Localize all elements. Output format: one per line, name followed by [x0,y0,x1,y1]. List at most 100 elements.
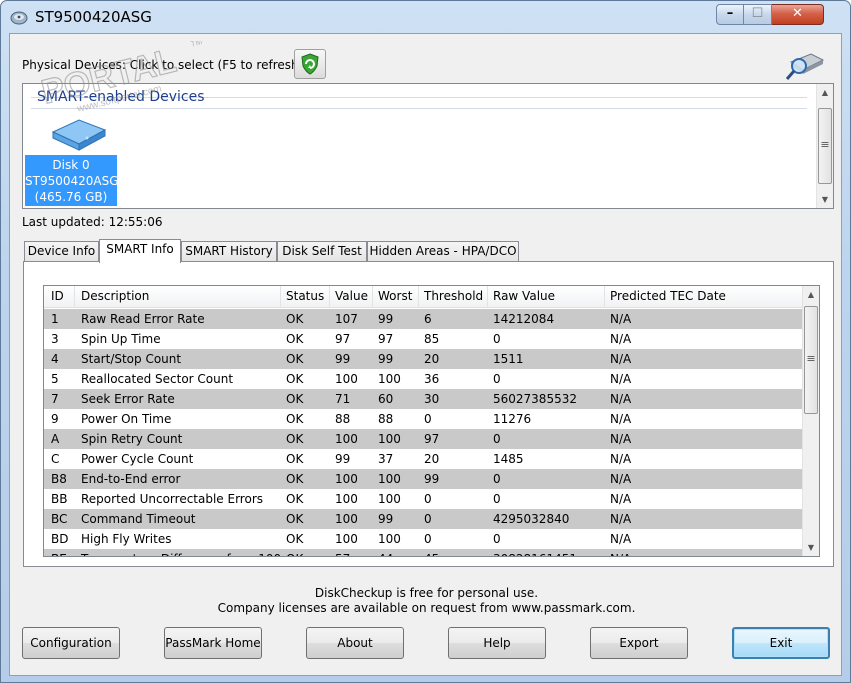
cell-description: Seek Error Rate [81,392,175,406]
tab-smart-history[interactable]: SMART History [181,241,277,262]
close-button[interactable]: ✕ [772,4,824,25]
scroll-down-icon[interactable]: ▼ [803,539,819,556]
col-status[interactable]: Status [286,289,324,303]
configuration-button[interactable]: Configuration [22,627,120,659]
cell-value: 100 [335,512,358,526]
cell-value: 100 [335,432,358,446]
table-row[interactable]: 9 Power On Time OK 88 88 0 11276 N/A [44,409,804,429]
minimize-button[interactable]: – [716,4,744,25]
cell-worst: 100 [378,372,401,386]
cell-raw-value: 14212084 [493,312,555,326]
cell-worst: 97 [378,332,394,346]
tab-smart-info[interactable]: SMART Info [99,239,181,263]
tab-device-info[interactable]: Device Info [24,241,99,262]
col-value[interactable]: Value [335,289,368,303]
help-button[interactable]: Help [448,627,546,659]
cell-id: A [51,432,60,446]
app-disk-icon [10,11,28,25]
passmark-home-button[interactable]: PassMark Home [164,627,262,659]
cell-raw-value: 1485 [493,452,524,466]
cell-predicted-tec: N/A [610,312,632,326]
cell-threshold: 0 [424,512,432,526]
cell-worst: 44 [378,552,393,556]
hard-disk-icon[interactable] [49,114,109,154]
cell-status: OK [286,392,304,406]
cell-predicted-tec: N/A [610,452,632,466]
refresh-button[interactable] [294,49,326,79]
maximize-icon: ☐ [751,6,764,21]
table-scrollbar[interactable]: ▲ ▼ [802,286,819,556]
cell-threshold: 20 [424,452,440,466]
cell-raw-value: 0 [493,472,501,486]
scroll-thumb[interactable] [818,108,832,184]
exit-button[interactable]: Exit [732,627,830,659]
table-header: ID Description Status Value Worst Thresh… [44,286,804,308]
device-list-header: SMART-enabled Devices [37,89,205,105]
table-row[interactable]: 7 Seek Error Rate OK 71 60 30 56027385532 N/A [44,389,804,409]
col-description[interactable]: Description [81,289,149,303]
cell-status: OK [286,352,304,366]
about-button[interactable]: About [306,627,404,659]
cell-worst: 100 [378,532,401,546]
table-row[interactable]: BC Command Timeout OK 100 99 0 4295032840 N/A [44,509,804,529]
export-button[interactable]: Export [590,627,688,659]
device-list-scrollbar[interactable]: ▲ ▼ [816,84,833,208]
cell-predicted-tec: N/A [610,412,632,426]
cell-id: 5 [51,372,59,386]
col-threshold[interactable]: Threshold [424,289,483,303]
cell-value: 99 [335,452,351,466]
scroll-up-icon[interactable]: ▲ [803,286,819,303]
cell-description: High Fly Writes [81,532,172,546]
cell-threshold: 20 [424,352,440,366]
cell-description: Reallocated Sector Count [81,372,234,386]
license-note-line2: Company licenses are available on reques… [217,601,636,615]
magnify-disk-icon [785,53,825,80]
table-row[interactable]: A Spin Retry Count OK 100 100 97 0 N/A [44,429,804,449]
app-window: ST9500420ASG – ☐ ✕ Physical Devices: Cli… [0,0,851,683]
device-list-panel[interactable]: SMART-enabled Devices Disk 0 ST9500420AS… [22,83,834,209]
table-row[interactable]: 5 Reallocated Sector Count OK 100 100 36 0 N/A [44,369,804,389]
scroll-down-icon[interactable]: ▼ [817,191,833,208]
table-row[interactable]: 1 Raw Read Error Rate OK 107 99 6 14212084 N/A [44,309,804,329]
title-bar[interactable]: ST9500420ASG – ☐ ✕ [1,1,850,33]
table-row[interactable]: BB Reported Uncorrectable Errors OK 100 100 0… [44,489,804,509]
cell-description: Reported Uncorrectable Errors [81,492,264,506]
col-predicted-tec[interactable]: Predicted TEC Date [610,289,726,303]
cell-description: Power On Time [81,412,172,426]
cell-worst: 99 [378,512,394,526]
col-raw-value[interactable]: Raw Value [493,289,555,303]
smart-table[interactable]: ID Description Status Value Worst Thresh… [43,285,820,557]
table-row[interactable]: C Power Cycle Count OK 99 37 20 1485 N/A [44,449,804,469]
table-row[interactable]: 3 Spin Up Time OK 97 97 85 0 N/A [44,329,804,349]
cell-raw-value: 11276 [493,412,532,426]
cell-threshold: 30 [424,392,440,406]
cell-worst: 99 [378,352,394,366]
cell-status: OK [286,452,304,466]
col-worst[interactable]: Worst [378,289,412,303]
cell-worst: 100 [378,432,401,446]
cell-raw-value: 30828161451 [493,552,577,556]
cell-threshold: 97 [424,432,440,446]
minimize-icon: – [726,6,734,21]
disk-0-item[interactable]: Disk 0 ST9500420ASG (465.76 GB) [25,155,119,206]
table-row[interactable]: BE Temperature Difference from 100 OK 57 44 4… [44,549,804,556]
table-row[interactable]: B8 End-to-End error OK 100 100 99 0 N/A [44,469,804,489]
scroll-thumb[interactable] [804,306,818,414]
cell-raw-value: 0 [493,432,501,446]
scroll-up-icon[interactable]: ▲ [817,84,833,101]
cell-status: OK [286,512,304,526]
tab-disk-self-test[interactable]: Disk Self Test [277,241,367,262]
cell-predicted-tec: N/A [610,512,632,526]
cell-predicted-tec: N/A [610,432,632,446]
license-note-line1: DiskCheckup is free for personal use. [314,586,539,600]
col-id[interactable]: ID [51,289,64,303]
table-row[interactable]: BD High Fly Writes OK 100 100 0 0 N/A [44,529,804,549]
cell-status: OK [286,472,304,486]
table-row[interactable]: 4 Start/Stop Count OK 99 99 20 1511 N/A [44,349,804,369]
cell-id: 1 [51,312,59,326]
cell-status: OK [286,532,304,546]
cell-id: BE [51,552,67,556]
maximize-button[interactable]: ☐ [744,4,772,25]
tab-hidden-areas[interactable]: Hidden Areas - HPA/DCO [367,241,519,262]
cell-raw-value: 56027385532 [493,392,577,406]
